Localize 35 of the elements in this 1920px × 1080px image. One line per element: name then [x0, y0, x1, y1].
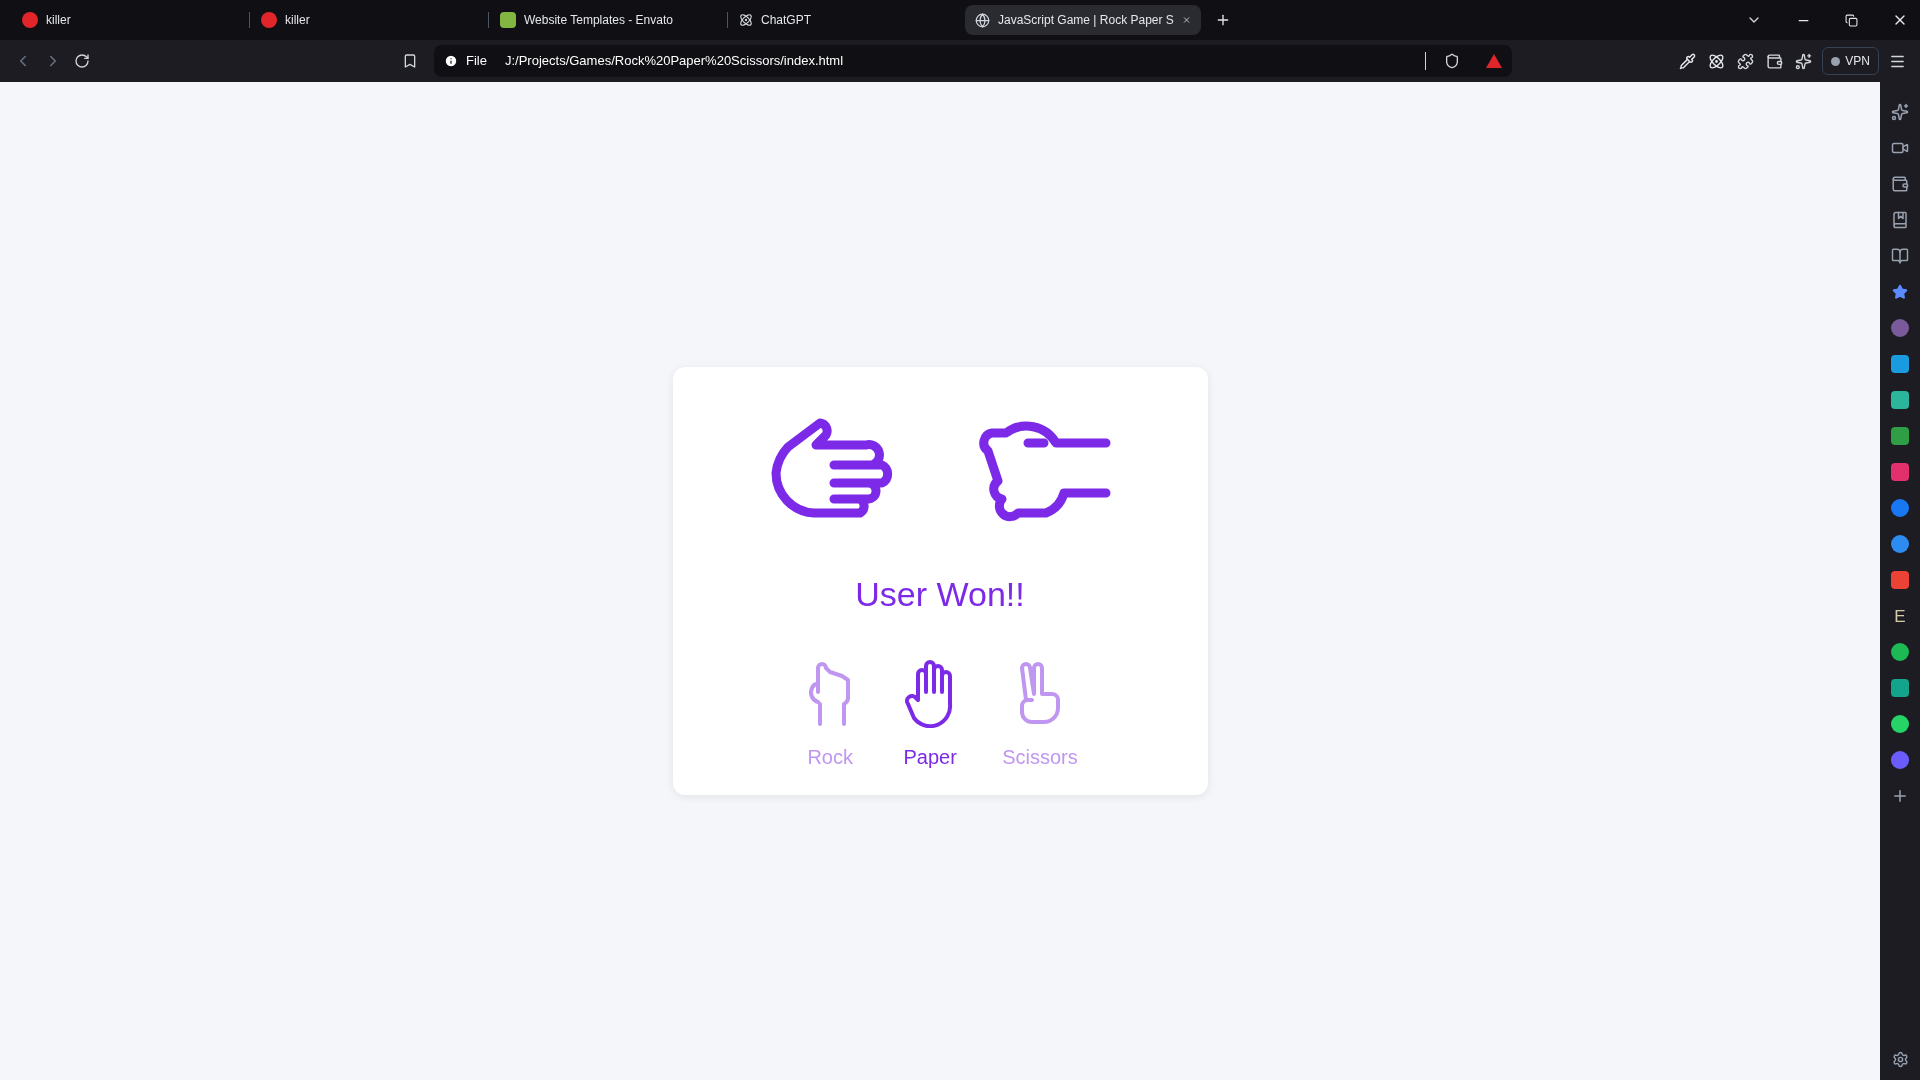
new-tab-icon[interactable] — [1215, 12, 1231, 28]
restore-icon[interactable] — [1845, 13, 1858, 27]
settings-icon[interactable] — [1891, 1051, 1909, 1068]
choice-button[interactable]: Paper — [902, 660, 959, 772]
browser-tab[interactable]: killer — [12, 5, 248, 35]
app-logo-icon — [22, 12, 38, 28]
browser-tab[interactable]: JavaScript Game | Rock Paper S — [965, 5, 1201, 35]
avatar-icon[interactable] — [1891, 319, 1909, 337]
book-icon[interactable] — [1891, 247, 1909, 265]
eyedropper-icon[interactable] — [1679, 52, 1697, 70]
e-logo[interactable]: E — [1894, 607, 1906, 625]
bookmark-icon[interactable] — [402, 53, 418, 69]
star-icon[interactable] — [1892, 284, 1908, 300]
app-logo-icon — [261, 12, 277, 28]
browser-tab[interactable]: Website Templates - Envato — [490, 5, 726, 35]
vpn-button[interactable]: VPN — [1822, 47, 1879, 75]
knot-logo-icon — [739, 13, 753, 27]
reload-icon[interactable] — [74, 53, 90, 69]
wallet-icon[interactable] — [1891, 175, 1909, 193]
scheme-label: File — [466, 52, 487, 71]
add-icon[interactable] — [1891, 787, 1909, 805]
sparkle-icon[interactable] — [1795, 52, 1813, 70]
url-text: J:/Projects/Games/Rock%20Paper%20Scissors/index.html — [504, 52, 844, 71]
wallet-icon[interactable] — [1766, 52, 1784, 70]
triangle-icon[interactable] — [1486, 54, 1502, 68]
address-bar[interactable]: File J:/Projects/Games/Rock%20Paper%20Scissors/index.html — [434, 45, 1512, 77]
atom-icon[interactable] — [1708, 52, 1726, 70]
browser-tab[interactable]: killer — [251, 5, 487, 35]
globe-icon — [975, 12, 990, 28]
bookmark-icon[interactable] — [1891, 211, 1909, 229]
extensions-icon[interactable] — [1737, 52, 1755, 70]
result-text: User Won!! — [855, 574, 1025, 615]
info-icon — [444, 54, 458, 68]
sparkle-icon[interactable] — [1891, 103, 1909, 121]
browser-tab[interactable]: ChatGPT — [729, 5, 965, 35]
